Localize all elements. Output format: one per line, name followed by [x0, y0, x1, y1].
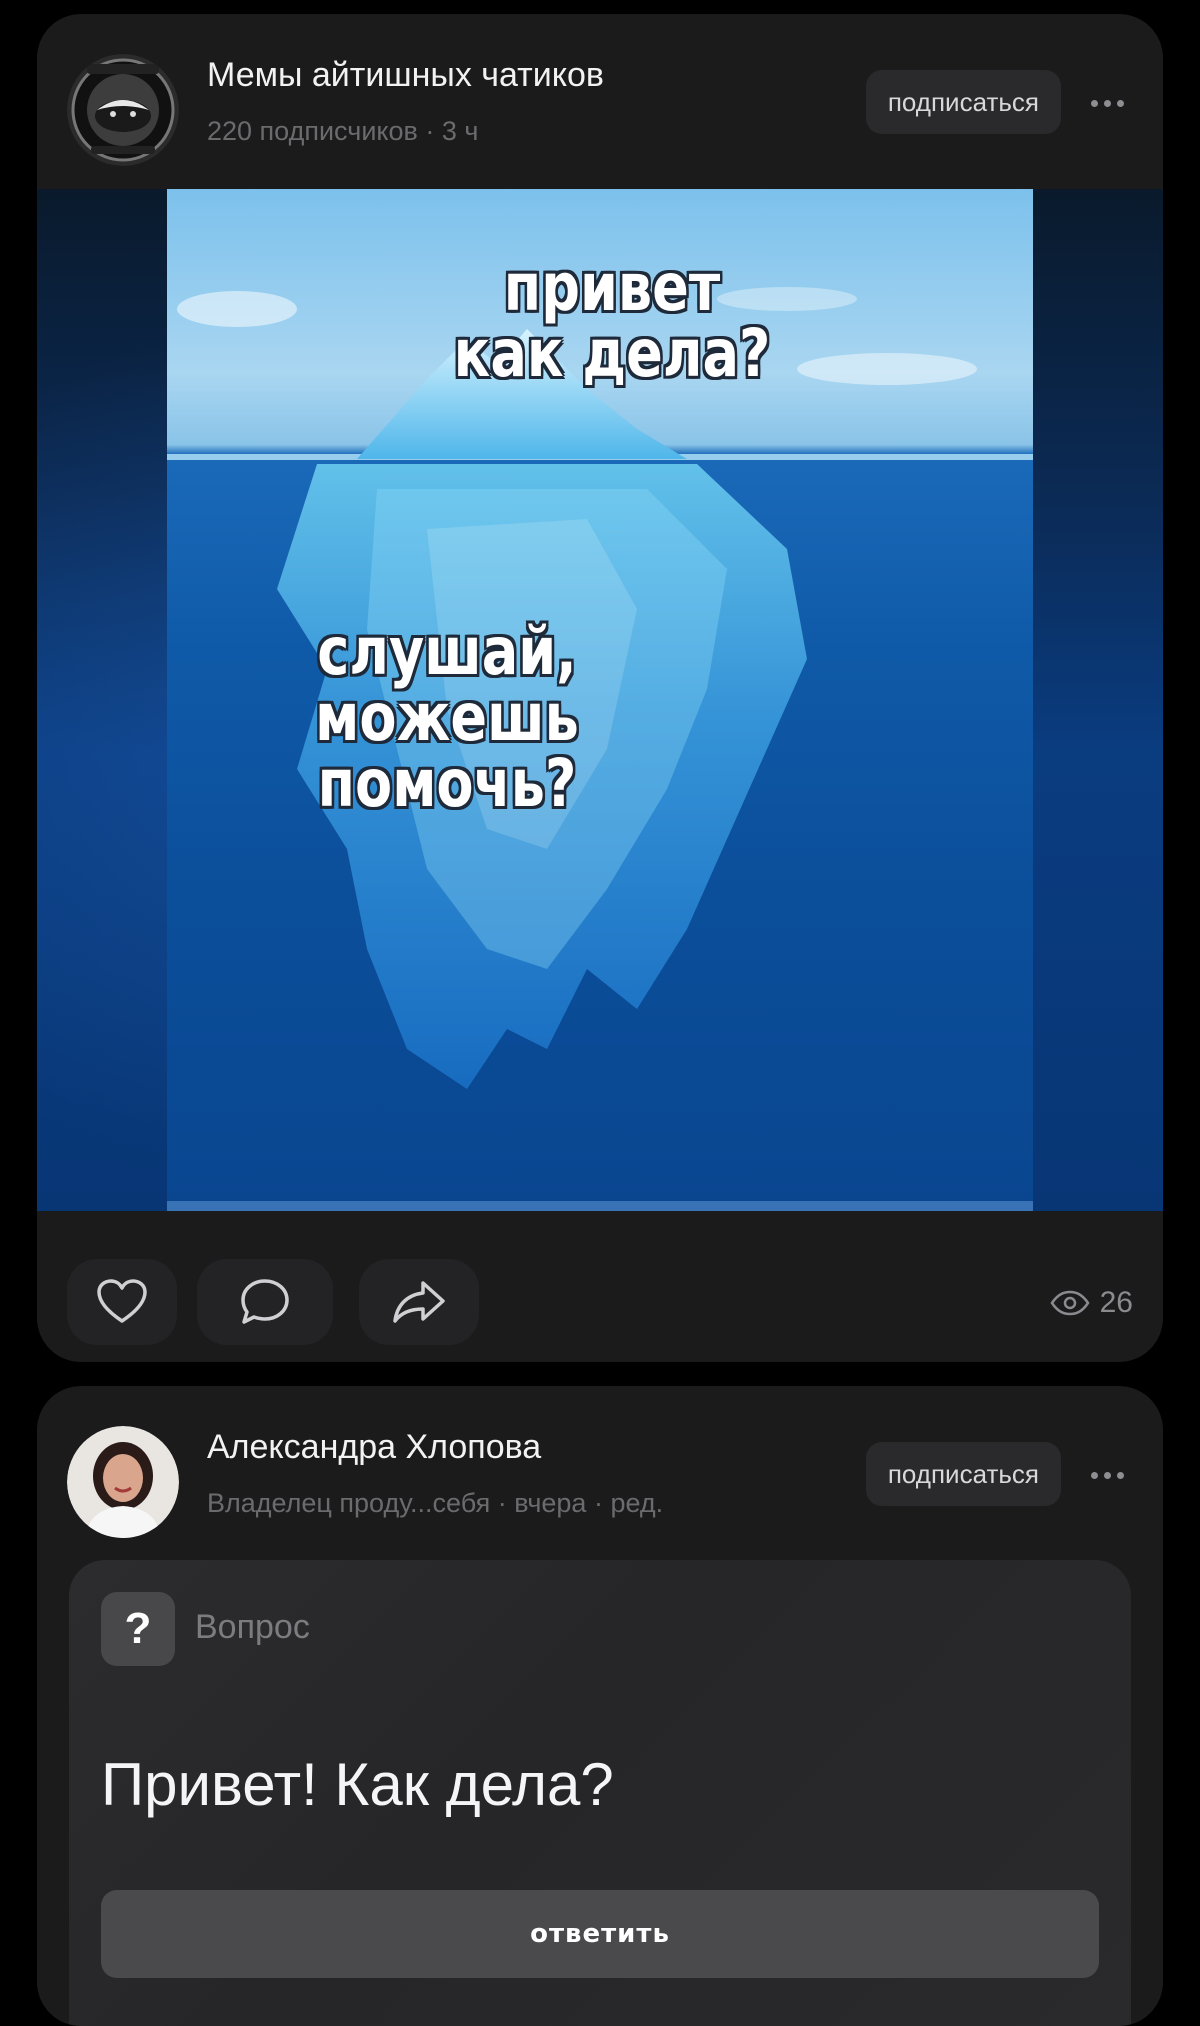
share-button[interactable]	[359, 1259, 479, 1345]
honey-badger-logo	[67, 54, 179, 166]
share-arrow-icon	[393, 1281, 445, 1323]
more-dots-icon[interactable]	[1079, 1460, 1135, 1490]
author-meta: Владелец проду...себя · вчера · ред.	[207, 1488, 664, 1518]
question-card: ? Вопрос Привет! Как дела? ответить	[69, 1560, 1131, 2026]
author-name[interactable]: Александра Хлопова	[207, 1428, 541, 1467]
user-photo	[67, 1426, 179, 1538]
post-card: Александра Хлопова Владелец проду...себя…	[37, 1386, 1163, 2026]
question-text: Привет! Как дела?	[101, 1751, 614, 1818]
like-button[interactable]	[67, 1259, 177, 1345]
author-meta: 220 подписчиков · 3 ч	[207, 116, 479, 146]
post-card: Мемы айтишных чатиков 220 подписчиков · …	[37, 14, 1163, 1362]
views-counter: 26	[1050, 1286, 1133, 1320]
more-dots-icon[interactable]	[1079, 88, 1135, 118]
post-image[interactable]: привет как дела? слушай, можешь помочь?	[37, 189, 1163, 1211]
meme-caption-top: привет как дела?	[453, 249, 771, 392]
eye-icon	[1050, 1290, 1090, 1316]
heart-icon	[97, 1279, 147, 1323]
comment-bubble-icon	[241, 1279, 289, 1324]
iceberg-meme: привет как дела? слушай, можешь помочь?	[167, 189, 1033, 1211]
post-header: Александра Хлопова Владелец проду...себя…	[37, 1386, 1163, 1561]
subscribe-button[interactable]: подписаться	[865, 1442, 1061, 1506]
user-avatar[interactable]	[67, 1426, 179, 1538]
subscribe-button[interactable]: подписаться	[865, 70, 1061, 134]
post-header: Мемы айтишных чатиков 220 подписчиков · …	[37, 14, 1163, 189]
answer-button[interactable]: ответить	[101, 1890, 1099, 1978]
author-name[interactable]: Мемы айтишных чатиков	[207, 56, 604, 95]
meme-caption-bottom: слушай, можешь помочь?	[315, 613, 579, 822]
question-icon: ?	[101, 1592, 175, 1666]
community-avatar[interactable]	[67, 54, 179, 166]
post-actions: 26	[37, 1211, 1163, 1362]
comment-button[interactable]	[197, 1259, 333, 1345]
question-label: Вопрос	[195, 1608, 310, 1646]
views-count: 26	[1099, 1286, 1133, 1319]
